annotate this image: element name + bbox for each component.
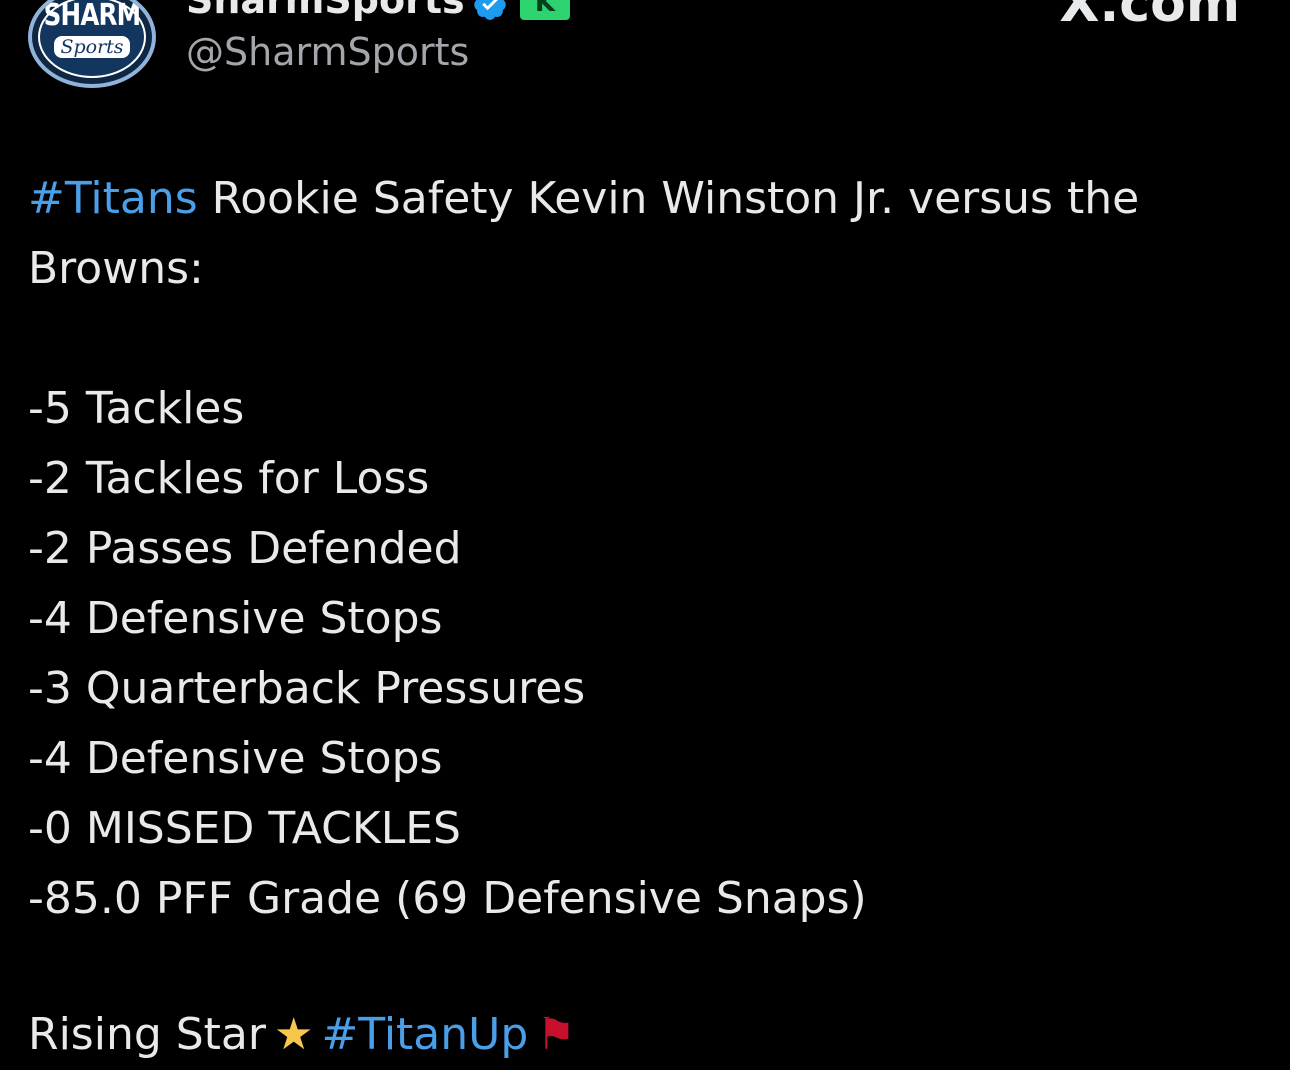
tweet-intro-text: Rookie Safety Kevin Winston Jr. versus t… <box>197 173 1140 224</box>
tweet-text: #Titans Rookie Safety Kevin Winston Jr. … <box>28 164 1228 934</box>
closing-text: Rising Star <box>28 1009 266 1060</box>
stat-line: -85.0 PFF Grade (69 Defensive Snaps) <box>28 873 867 924</box>
user-handle[interactable]: @SharmSports <box>186 30 469 74</box>
stat-line: -3 Quarterback Pressures <box>28 663 586 714</box>
verified-badge-icon <box>474 0 506 20</box>
hashtag-titans[interactable]: #Titans <box>28 173 198 224</box>
stat-line: -4 Defensive Stops <box>28 733 443 784</box>
x-watermark: X.com <box>1059 0 1240 34</box>
avatar[interactable]: SHARM Sports <box>28 0 156 88</box>
hashtag-titanup[interactable]: #TitanUp <box>321 1009 528 1060</box>
k-badge-icon: K <box>520 0 570 20</box>
avatar-logo-subtext: Sports <box>32 36 152 58</box>
stat-line: -0 MISSED TACKLES <box>28 803 461 854</box>
display-name[interactable]: SharmSports <box>186 0 465 22</box>
tweet-closing-line: Rising Star ★ #TitanUp ⚑ <box>28 1000 576 1070</box>
star-icon: ★ <box>273 1009 314 1060</box>
tweet-intro-line: #Titans Rookie Safety Kevin Winston Jr. … <box>28 164 1228 234</box>
tweet-header: SHARM Sports SharmSports K @SharmSports … <box>0 0 1290 110</box>
tweet-intro-line-2: Browns: <box>28 243 204 294</box>
flag-icon: ⚑ <box>536 1009 576 1060</box>
stat-line: -2 Passes Defended <box>28 523 462 574</box>
stat-line: -2 Tackles for Loss <box>28 453 430 504</box>
avatar-logo-text: SHARM <box>43 0 141 33</box>
stat-line: -5 Tackles <box>28 383 245 434</box>
stat-line: -4 Defensive Stops <box>28 593 443 644</box>
